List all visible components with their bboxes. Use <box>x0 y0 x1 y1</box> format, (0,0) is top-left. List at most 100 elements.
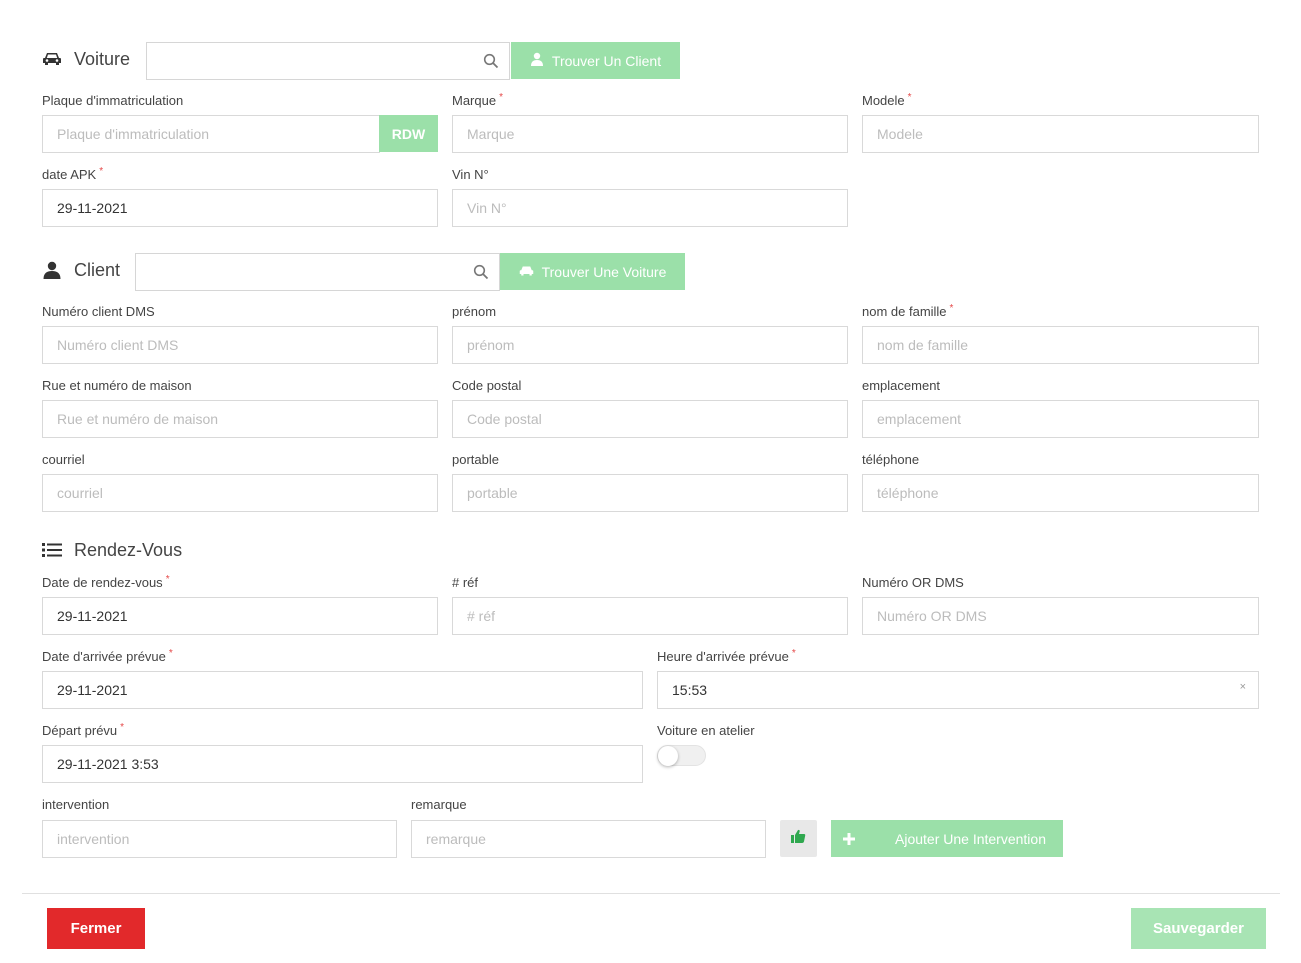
depart-field[interactable] <box>42 745 643 783</box>
portable-input[interactable] <box>453 475 847 511</box>
rue-label: Rue et numéro de maison <box>42 378 192 393</box>
atelier-toggle[interactable] <box>657 745 706 766</box>
required-marker: * <box>165 574 170 585</box>
telephone-label: téléphone <box>862 452 920 467</box>
nom-label: nom de famille * <box>862 303 954 319</box>
find-client-button[interactable]: Trouver Un Client <box>511 42 680 79</box>
depart-input[interactable] <box>43 746 642 782</box>
clear-icon[interactable]: × <box>1240 681 1246 693</box>
required-marker: * <box>120 722 125 733</box>
ref-field[interactable] <box>452 597 848 635</box>
portable-field[interactable] <box>452 474 848 512</box>
save-button[interactable]: Sauvegarder <box>1131 908 1266 949</box>
numero-client-field[interactable] <box>42 326 438 364</box>
required-marker: * <box>168 648 173 659</box>
code-postal-label: Code postal <box>452 378 522 393</box>
intervention-input[interactable] <box>43 821 396 857</box>
numero-or-field[interactable] <box>862 597 1259 635</box>
list-icon <box>42 540 62 560</box>
prenom-field[interactable] <box>452 326 848 364</box>
search-icon[interactable] <box>483 53 499 69</box>
vin-input[interactable] <box>453 190 847 226</box>
courriel-input[interactable] <box>43 475 437 511</box>
toggle-knob <box>658 746 678 766</box>
rue-field[interactable] <box>42 400 438 438</box>
prenom-label: prénom <box>452 304 497 319</box>
arrivee-date-input[interactable] <box>43 672 642 708</box>
user-icon <box>42 260 62 280</box>
plaque-field[interactable] <box>42 115 380 153</box>
ref-label: # réf <box>452 575 479 590</box>
required-marker: * <box>907 92 912 103</box>
intervention-field[interactable] <box>42 820 397 858</box>
required-marker: * <box>99 166 104 177</box>
depart-label: Départ prévu * <box>42 722 125 738</box>
remarque-label: remarque <box>411 797 467 812</box>
client-search-field[interactable] <box>135 253 500 291</box>
find-client-label: Trouver Un Client <box>551 52 662 69</box>
code-postal-input[interactable] <box>453 401 847 437</box>
nom-field[interactable] <box>862 326 1259 364</box>
client-title: Client <box>74 259 121 280</box>
arrivee-heure-label: Heure d'arrivée prévue * <box>657 648 796 664</box>
code-postal-field[interactable] <box>452 400 848 438</box>
rue-input[interactable] <box>43 401 437 437</box>
plaque-input[interactable] <box>43 116 379 152</box>
thumbs-up-icon <box>791 829 806 848</box>
arrivee-date-label: Date d'arrivée prévue * <box>42 648 173 664</box>
modele-field[interactable] <box>862 115 1259 153</box>
numero-client-input[interactable] <box>43 327 437 363</box>
rdv-section-header: Rendez-Vous <box>42 531 182 569</box>
intervention-label: intervention <box>42 797 110 812</box>
voiture-search-input[interactable] <box>147 43 509 79</box>
plus-icon <box>843 832 855 845</box>
user-icon <box>530 52 544 69</box>
vin-field[interactable] <box>452 189 848 227</box>
arrivee-heure-field[interactable]: × <box>657 671 1259 709</box>
rdw-button[interactable]: RDW <box>379 115 438 152</box>
date-apk-label: date APK * <box>42 166 104 182</box>
nom-input[interactable] <box>863 327 1258 363</box>
add-intervention-label: Ajouter Une Intervention <box>895 830 1046 847</box>
courriel-label: courriel <box>42 452 85 467</box>
search-icon[interactable] <box>473 264 489 280</box>
marque-label: Marque * <box>452 92 503 108</box>
add-intervention-button[interactable]: Ajouter Une Intervention <box>831 820 1063 857</box>
emplacement-field[interactable] <box>862 400 1259 438</box>
date-rdv-field[interactable] <box>42 597 438 635</box>
required-marker: * <box>949 303 954 314</box>
arrivee-heure-input[interactable] <box>658 672 1258 708</box>
numero-client-label: Numéro client DMS <box>42 304 155 319</box>
find-car-label: Trouver Une Voiture <box>541 263 667 280</box>
car-icon <box>42 49 62 69</box>
numero-or-input[interactable] <box>863 598 1258 634</box>
vin-label: Vin N° <box>452 167 489 182</box>
telephone-input[interactable] <box>863 475 1258 511</box>
emplacement-input[interactable] <box>863 401 1258 437</box>
courriel-field[interactable] <box>42 474 438 512</box>
car-icon <box>519 264 534 280</box>
numero-or-label: Numéro OR DMS <box>862 575 964 590</box>
ref-input[interactable] <box>453 598 847 634</box>
portable-label: portable <box>452 452 499 467</box>
marque-field[interactable] <box>452 115 848 153</box>
marque-input[interactable] <box>453 116 847 152</box>
remarque-field[interactable] <box>411 820 766 858</box>
date-rdv-label: Date de rendez-vous * <box>42 574 170 590</box>
close-button[interactable]: Fermer <box>47 908 145 949</box>
date-apk-field[interactable] <box>42 189 438 227</box>
footer-divider <box>22 893 1280 894</box>
voiture-title: Voiture <box>74 48 131 69</box>
client-search-input[interactable] <box>136 254 499 290</box>
arrivee-date-field[interactable] <box>42 671 643 709</box>
find-car-button[interactable]: Trouver Une Voiture <box>500 253 685 290</box>
voiture-search-field[interactable] <box>146 42 510 80</box>
modele-input[interactable] <box>863 116 1258 152</box>
plaque-label: Plaque d'immatriculation <box>42 93 184 108</box>
remarque-input[interactable] <box>412 821 765 857</box>
date-rdv-input[interactable] <box>43 598 437 634</box>
prenom-input[interactable] <box>453 327 847 363</box>
telephone-field[interactable] <box>862 474 1259 512</box>
thumbs-up-button[interactable] <box>780 820 817 857</box>
date-apk-input[interactable] <box>43 190 437 226</box>
